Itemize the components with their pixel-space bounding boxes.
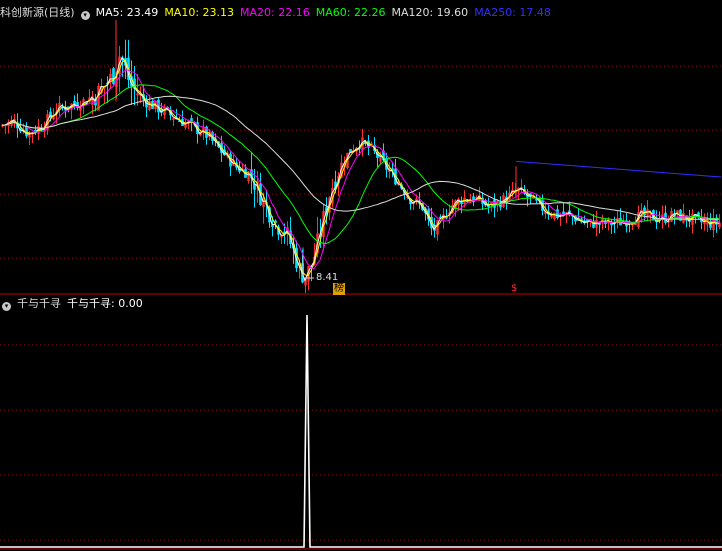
moving-average-lines xyxy=(1,56,722,282)
candle-body xyxy=(271,224,274,228)
indicator-value: 千与千寻: 0.00 xyxy=(67,297,143,310)
candle-body xyxy=(643,207,646,216)
candle-body xyxy=(112,68,115,85)
ma-legend-item: MA250: 17.48 xyxy=(474,6,551,19)
ma-legend-item: MA5: 23.49 xyxy=(95,6,159,19)
ma-legend-item: MA10: 23.13 xyxy=(164,6,235,19)
ma-legend: MA5: 23.49 MA10: 23.13 MA20: 22.16 MA60: 22… xyxy=(96,6,557,19)
dollar-badge[interactable]: $ xyxy=(511,283,517,295)
candle-body xyxy=(25,126,28,137)
main-chart-header: 科创新源(日线) ▾ MA5: 23.49 MA10: 23.13 MA20: 22.1… xyxy=(0,5,563,21)
indicator-header: ▾ 千与千寻 千与千寻: 0.00 xyxy=(0,296,149,312)
chevron-down-icon[interactable]: ▾ xyxy=(2,302,11,311)
ma-line-ma10 xyxy=(1,59,720,277)
indicator-signal-line xyxy=(0,314,722,548)
candle-body xyxy=(556,209,559,219)
kline-chart[interactable] xyxy=(0,0,722,551)
ma-line-ma60 xyxy=(1,84,720,245)
candle-body xyxy=(253,183,256,190)
ma-line-ma250 xyxy=(515,160,722,178)
indicator-name: 千与千寻 xyxy=(17,297,61,310)
stock-title: 科创新源(日线) xyxy=(0,6,75,19)
ma-legend-item: MA120: 19.60 xyxy=(391,6,469,19)
ma-legend-item: MA60: 22.26 xyxy=(315,6,386,19)
ma-line-ma20 xyxy=(1,69,720,270)
candlesticks xyxy=(1,20,721,294)
rank-badge[interactable]: 榜 xyxy=(333,283,345,295)
chevron-down-icon[interactable]: ▾ xyxy=(80,11,90,20)
ma-legend-item: MA20: 22.16 xyxy=(240,6,310,19)
candle-body xyxy=(487,205,490,207)
